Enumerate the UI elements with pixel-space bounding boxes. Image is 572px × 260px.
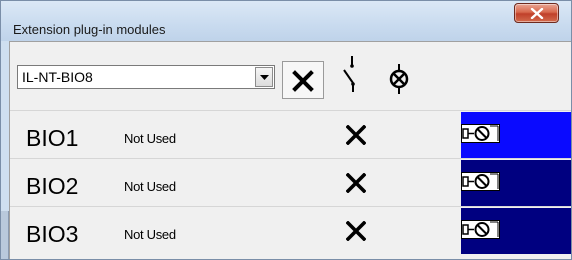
close-x-icon[interactable]	[346, 221, 366, 241]
module-color-swatch[interactable]	[461, 160, 571, 206]
module-select[interactable]: IL-NT-BIO8	[17, 65, 275, 89]
title-bar[interactable]: Extension plug-in modules	[1, 1, 571, 41]
plug-inhibit-icon	[462, 221, 499, 237]
module-rows: BIO1 Not Used BIO2 Not Used BIO3 Not Use…	[10, 110, 571, 259]
modules-panel: IL-NT-BIO8 BIO1 Not Used BIO2 Not Used B…	[9, 41, 571, 259]
module-row-bio3[interactable]: BIO3 Not Used	[10, 206, 571, 254]
module-select-dropdown-button[interactable]	[255, 67, 273, 87]
close-icon	[530, 8, 544, 19]
module-color-swatch[interactable]	[461, 208, 571, 254]
toolbar: IL-NT-BIO8	[10, 42, 571, 110]
module-status: Not Used	[124, 131, 176, 146]
window-title: Extension plug-in modules	[13, 22, 166, 37]
chevron-down-icon	[260, 75, 269, 80]
module-row-bio2[interactable]: BIO2 Not Used	[10, 158, 571, 206]
close-x-icon	[292, 70, 314, 92]
remove-module-button[interactable]	[282, 61, 324, 99]
module-name: BIO1	[26, 125, 79, 151]
close-x-icon[interactable]	[346, 125, 366, 145]
window-close-button[interactable]	[514, 3, 559, 23]
module-plug-icon	[461, 124, 500, 143]
lamp-indicator-icon[interactable]	[389, 64, 409, 94]
left-frame-strip	[1, 211, 9, 259]
module-name: BIO2	[26, 173, 79, 199]
module-status: Not Used	[124, 179, 176, 194]
module-name: BIO3	[26, 221, 79, 247]
module-row-bio1[interactable]: BIO1 Not Used	[10, 110, 571, 158]
module-status: Not Used	[124, 227, 176, 242]
module-plug-icon	[461, 172, 500, 191]
switch-contact-icon[interactable]	[340, 56, 362, 92]
plug-inhibit-icon	[462, 173, 499, 189]
module-plug-icon	[461, 220, 500, 239]
module-color-swatch[interactable]	[461, 112, 571, 158]
plug-inhibit-icon	[462, 125, 499, 141]
extension-plugin-modules-window: Extension plug-in modules IL-NT-BIO8 BIO…	[0, 0, 572, 260]
close-x-icon[interactable]	[346, 173, 366, 193]
module-select-value: IL-NT-BIO8	[22, 69, 93, 85]
